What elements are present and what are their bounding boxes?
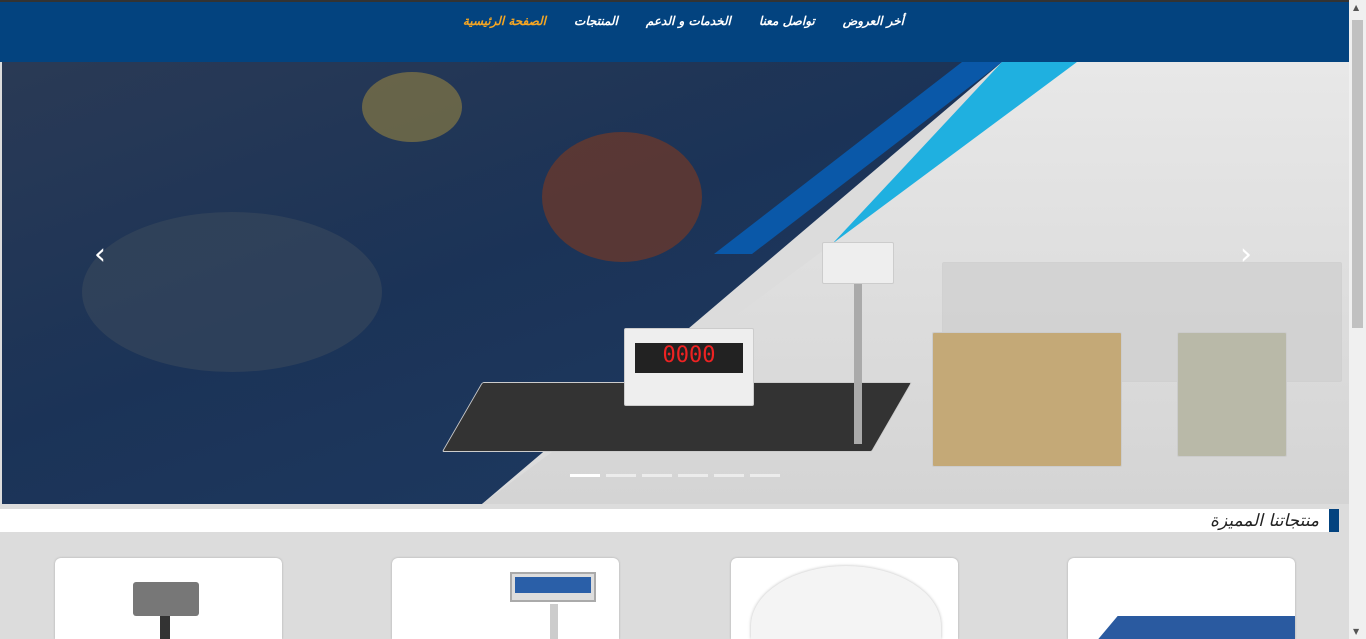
- product-image: [1098, 616, 1295, 639]
- nav-contact[interactable]: تواصل معنا: [759, 14, 815, 28]
- product-card[interactable]: [1068, 558, 1295, 639]
- slide-indicator[interactable]: [570, 474, 600, 477]
- product-image: [510, 572, 596, 602]
- slider-indicators: [570, 474, 780, 477]
- pole: [854, 284, 862, 444]
- product-card[interactable]: [55, 558, 282, 639]
- section-marker: [1329, 509, 1339, 532]
- chevron-right-icon[interactable]: ›: [1240, 237, 1252, 272]
- nav-home[interactable]: الصفحة الرئيسية: [463, 14, 546, 28]
- nav-services-support[interactable]: الخدمات و الدعم: [646, 14, 731, 28]
- main-nav: الصفحة الرئيسية المنتجات الخدمات و الدعم…: [435, 14, 904, 28]
- scale-display: 0000: [635, 343, 743, 373]
- kitchen-scale-image: [932, 332, 1122, 467]
- chevron-left-icon[interactable]: ‹: [94, 237, 106, 272]
- pole-indicator-image: [822, 242, 894, 284]
- pocket-scale-image: [1177, 332, 1287, 457]
- nav-products[interactable]: المنتجات: [574, 14, 618, 28]
- product-image-stand: [160, 616, 170, 639]
- slide-indicator[interactable]: [606, 474, 636, 477]
- section-title: منتجاتنا المميزة: [1210, 511, 1319, 531]
- product-image: [751, 566, 941, 639]
- product-image: [133, 582, 199, 616]
- slide-indicator[interactable]: [714, 474, 744, 477]
- slide-indicator[interactable]: [642, 474, 672, 477]
- product-card[interactable]: [392, 558, 619, 639]
- scroll-up-icon[interactable]: ▲: [1353, 3, 1359, 12]
- scroll-down-icon[interactable]: ▼: [1353, 627, 1359, 636]
- slide-indicator[interactable]: [678, 474, 708, 477]
- nav-offers[interactable]: أخر العروض: [843, 14, 904, 28]
- product-card[interactable]: [731, 558, 958, 639]
- product-image-stand: [550, 604, 558, 639]
- featured-section-header: منتجاتنا المميزة: [0, 509, 1339, 532]
- page-scrollbar[interactable]: ▲ ▼: [1349, 0, 1366, 639]
- slide-indicator[interactable]: [750, 474, 780, 477]
- indicator-image: 0000: [624, 328, 754, 406]
- scrollbar-thumb[interactable]: [1352, 20, 1363, 328]
- hero-slider: 0000 ‹ ›: [2, 62, 1349, 504]
- site-header: الصفحة الرئيسية المنتجات الخدمات و الدعم…: [0, 0, 1349, 62]
